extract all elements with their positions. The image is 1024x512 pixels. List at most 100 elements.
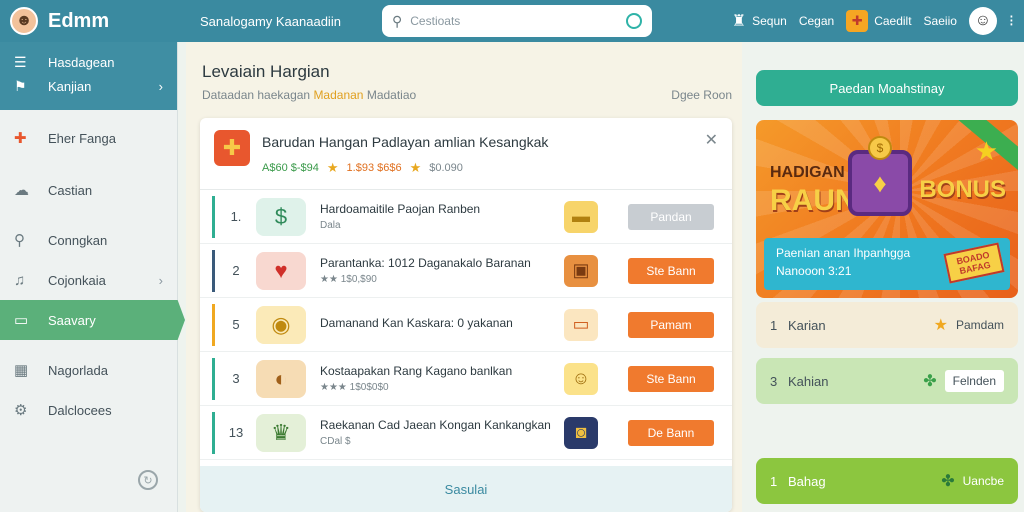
sidebar-item-bell[interactable]: ♫ Cojonkaia › [0,260,177,300]
row-subtitle: ★★★ 1$0$0$0 [320,382,389,393]
row-rank: 13 [228,425,244,440]
search-icon: ⚲ [392,12,403,29]
sidebar-header: ☰ Hasdagean ⚑ Kanjian › [0,42,177,110]
credits-link[interactable]: ✚ Caedilt [846,10,912,32]
gold-bar-icon: ▬ [564,200,598,233]
smiley-icon: ☺ [564,362,598,395]
more-options-icon[interactable]: ⁝ [1009,11,1014,31]
row-title: Damanand Kan Kaskara: 0 yakanan [320,315,513,330]
row-rank: 5 [232,317,240,332]
row-title: Hardoamaitile Paojan Ranben [320,202,481,216]
sidebar-item-chat[interactable]: ▭ Saavary [0,300,185,340]
row-action-button[interactable]: Ste Bann [628,365,714,392]
subtitle-prefix: Dataadan haekagan [202,88,311,102]
search-bar[interactable]: ⚲ Cestioats [382,5,652,37]
meta-green-value: A$60 $-$94 [262,162,319,174]
row-rank: 2 [232,263,240,278]
sidebar-item-calendar[interactable]: ▦ Nagorlada [0,350,177,390]
card-value[interactable]: Felnden [944,370,1004,392]
list-item[interactable]: 3 ◐ Kostaapakan Rang Kagano banlkan ★★★ … [200,352,732,406]
help-icon[interactable]: ↻ [138,470,158,490]
meta-orange-value: 1.$93 $6$6 [346,162,402,174]
card-label: Karian [788,317,826,333]
row-subtitle: Dala [320,220,341,231]
banner-bonus: BONUS [919,176,1006,203]
sign-in-link[interactable]: ♜ Sequn [732,11,787,31]
row-title: Parantanka: 1012 Daganakalo Baranan [320,256,531,270]
reward-card[interactable]: 3 Kahian ✤ Felnden [756,358,1018,404]
sidebar-head-item-menu[interactable]: ☰ Hasdagean [0,50,177,74]
top-subtitle: Sanalogamy Kaanaadiin [200,13,341,29]
menu-icon: ☰ [14,53,27,70]
ticket-icon: ▭ [564,308,598,341]
row-action-button[interactable]: De Bann [628,419,714,446]
close-icon[interactable]: ✕ [705,130,718,150]
row-accent-bar [212,196,215,238]
card-number: 1 [770,473,778,489]
row-action-button[interactable]: Pandan [628,203,714,230]
row-title: Kostaapakan Rang Kagano banlkan [320,364,513,378]
page-title: Levaiain Hargian [202,62,330,81]
chevron-right-icon: › [158,78,163,94]
coin-icon: $ [868,136,892,160]
main-content: Levaiain Hargian Dataadan haekagan Madan… [186,42,742,512]
card-label: Kahian [788,373,829,389]
banner-hadiah: HADIGAN [770,164,845,181]
list-item[interactable]: 13 ♛ Raekanan Cad Jaean Kongan Kankangka… [200,406,732,460]
sidebar-item-gift[interactable]: ✚ Eher Fanga [0,118,177,158]
sidebar-head-label: Kanjian [48,78,92,94]
sidebar-item-settings[interactable]: ⚙ Dalclocees [0,390,177,430]
sign-in-label: Sequn [752,14,787,28]
login-link[interactable]: Cegan [799,14,834,28]
sidebar-head-item-flag[interactable]: ⚑ Kanjian › [0,74,177,98]
page-right-note[interactable]: Dgee Roon [671,88,732,102]
sidebar-item-search[interactable]: ⚲ Conngkan [0,220,177,260]
sidebar-item-cloud[interactable]: ☁ Castian [0,170,177,210]
star-icon: ★ [933,317,948,334]
sidebar: ☰ Hasdagean ⚑ Kanjian › ✚ Eher Fanga ☁ C… [0,42,185,512]
panel-meta: A$60 $-$94 ★ 1.$93 $6$6 ★ $0.090 [262,160,548,176]
gear-icon: ⚙ [14,402,28,419]
bread-coin-icon: ◐ [256,359,306,398]
user-avatar-icon[interactable]: ☺ [968,7,997,35]
star-icon: ★ [974,136,998,166]
row-subtitle: ★★ 1$0,$90 [320,274,377,285]
page-subtitle: Dataadan haekagan Madanan Madatiao [202,88,416,102]
bell-icon: ♫ [14,271,26,289]
card-label: Bahag [788,473,826,489]
search-submit-icon[interactable] [626,13,642,29]
card-number: 3 [770,373,778,389]
list-item[interactable]: 5 ◉ Damanand Kan Kaskara: 0 yakanan ▭ Pa… [200,298,732,352]
list-item[interactable]: 1. $ Hardoamaitile Paojan Ranben Dala ▬ … [200,190,732,244]
calendar-icon: ▦ [14,362,29,379]
row-accent-bar [212,304,215,346]
row-title: Raekanan Cad Jaean Kongan Kankangkan [320,418,551,432]
row-action-button[interactable]: Ste Bann [628,257,714,284]
reward-card[interactable]: 1 Bahag ✤ Uancbe [756,458,1018,504]
subtitle-suffix: Madatiao [366,88,417,102]
row-accent-bar [212,358,215,400]
puzzle-icon: ✤ [941,473,955,490]
banner-raun: RAUN [770,184,857,217]
panel-title: Barudan Hangan Padlayan amlian Kesangkak [262,134,549,150]
reward-card[interactable]: 1 Karian ★ Pamdam [756,302,1018,348]
panel-footer-link[interactable]: Sasulai [200,466,732,512]
card-value: Uancbe [962,474,1004,488]
sidebar-item-label: Saavary [48,312,96,328]
bonus-banner[interactable]: ★ HADIGAN RAUN ♦ $ BONUS Paenian anan Ih… [756,120,1018,298]
meta-grey-value: $0.090 [429,162,463,174]
star-icon: ★ [326,160,339,175]
row-action-button[interactable]: Pamam [628,311,714,338]
sidebar-item-label: Castian [48,182,93,198]
brand[interactable]: ☻ Edmm [0,7,178,35]
list-item[interactable]: 2 ♥ Parantanka: 1012 Daganakalo Baranan … [200,244,732,298]
top-action-button[interactable]: Paedan Moahstinay [756,70,1018,106]
settings-link[interactable]: Saeiio [924,14,957,28]
chat-icon: ▭ [14,312,29,329]
search-input[interactable]: Cestioats [410,14,626,28]
right-column: Paedan Moahstinay ★ HADIGAN RAUN ♦ $ BON… [756,42,1018,512]
row-accent-bar [212,412,215,454]
row-rank: 3 [232,371,240,386]
heart-badge-icon: ♥ [256,251,306,290]
subtitle-highlight[interactable]: Madanan [313,88,363,102]
